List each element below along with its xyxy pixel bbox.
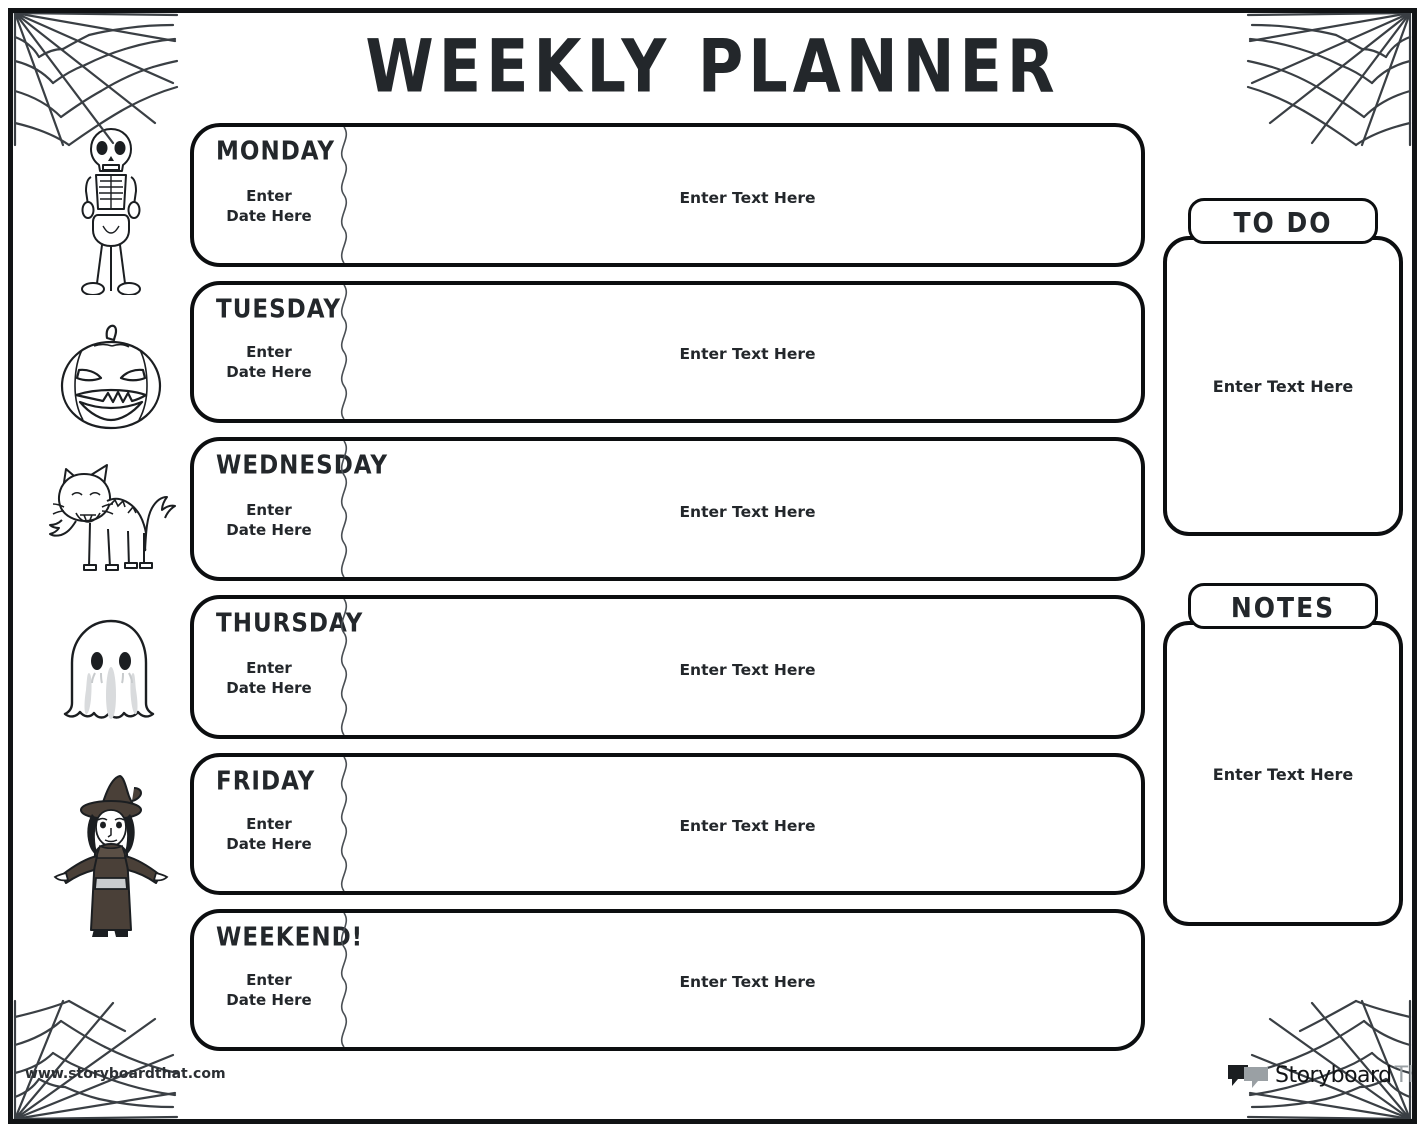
todo-panel-tab: TO DO: [1188, 198, 1378, 244]
notes-panel-tab: NOTES: [1188, 583, 1378, 629]
speech-bubbles-icon: [1226, 1063, 1270, 1089]
spiderweb-top-left-icon: [13, 13, 180, 150]
spiderweb-top-right-icon: [1245, 13, 1412, 150]
todo-panel-title: TO DO: [1233, 206, 1333, 239]
wavy-divider: [332, 285, 356, 419]
day-date-input[interactable]: Enter Date Here: [194, 659, 344, 698]
day-left-column: THURSDAY Enter Date Here: [194, 599, 362, 735]
notes-text-input[interactable]: Enter Text Here: [1167, 765, 1399, 784]
day-text-input[interactable]: Enter Text Here: [354, 973, 1141, 991]
logo-word-that: That: [1394, 1063, 1412, 1088]
day-left-column: MONDAY Enter Date Here: [194, 127, 344, 263]
notes-panel: NOTES Enter Text Here: [1163, 583, 1403, 928]
day-left-column: WEEKEND! Enter Date Here: [194, 913, 362, 1047]
site-watermark: www.storyboardthat.com: [25, 1066, 226, 1082]
pumpkin-icon: [31, 320, 191, 432]
day-name-label: FRIDAY: [216, 767, 316, 797]
day-date-input[interactable]: Enter Date Here: [194, 501, 344, 540]
day-row[interactable]: THURSDAY Enter Date Here Enter Text Here: [190, 595, 1145, 739]
spiderweb-bottom-right-icon: [1245, 997, 1412, 1119]
day-date-input[interactable]: Enter Date Here: [194, 971, 344, 1010]
day-date-input[interactable]: Enter Date Here: [194, 343, 344, 382]
storyboardthat-logo: Storyboard That: [1226, 1059, 1412, 1093]
day-row[interactable]: WEEKEND! Enter Date Here Enter Text Here: [190, 909, 1145, 1051]
wavy-divider: [332, 913, 356, 1047]
day-name-label: WEDNESDAY: [216, 451, 389, 481]
todo-panel-body[interactable]: Enter Text Here: [1163, 236, 1403, 536]
wavy-divider: [332, 127, 356, 263]
day-left-column: FRIDAY Enter Date Here: [194, 757, 344, 891]
day-row[interactable]: TUESDAY Enter Date Here Enter Text Here: [190, 281, 1145, 423]
todo-text-input[interactable]: Enter Text Here: [1167, 377, 1399, 396]
day-left-column: TUESDAY Enter Date Here: [194, 285, 344, 419]
day-text-input[interactable]: Enter Text Here: [354, 817, 1141, 835]
spiderweb-bottom-left-icon: [13, 997, 180, 1119]
wavy-divider: [332, 757, 356, 891]
page-canvas: WEEKLY PLANNER MONDAY Enter Date Here En…: [13, 13, 1412, 1119]
day-name-label: TUESDAY: [216, 295, 341, 325]
day-date-input[interactable]: Enter Date Here: [194, 815, 344, 854]
day-rows-list: MONDAY Enter Date Here Enter Text Here TU…: [190, 123, 1145, 1065]
day-row[interactable]: WEDNESDAY Enter Date Here Enter Text Here: [190, 437, 1145, 581]
halloween-icon-rail: [31, 113, 191, 1003]
day-text-input[interactable]: Enter Text Here: [354, 661, 1141, 679]
black-cat-icon: [31, 451, 191, 573]
ghost-icon: [31, 615, 191, 733]
page-title: WEEKLY PLANNER: [365, 22, 1060, 110]
day-text-input[interactable]: Enter Text Here: [354, 503, 1141, 521]
day-row[interactable]: MONDAY Enter Date Here Enter Text Here: [190, 123, 1145, 267]
todo-panel: TO DO Enter Text Here: [1163, 198, 1403, 538]
wavy-divider: [332, 599, 356, 735]
day-left-column: WEDNESDAY Enter Date Here: [194, 441, 387, 577]
day-text-input[interactable]: Enter Text Here: [354, 345, 1141, 363]
day-row[interactable]: FRIDAY Enter Date Here Enter Text Here: [190, 753, 1145, 895]
notes-panel-title: NOTES: [1230, 591, 1336, 624]
notes-panel-body[interactable]: Enter Text Here: [1163, 621, 1403, 926]
day-name-label: MONDAY: [216, 137, 336, 167]
witch-icon: [31, 768, 191, 944]
logo-word-storyboard: Storyboard: [1275, 1063, 1392, 1088]
day-date-input[interactable]: Enter Date Here: [194, 187, 344, 226]
weekly-planner-page: WEEKLY PLANNER MONDAY Enter Date Here En…: [0, 0, 1425, 1132]
day-text-input[interactable]: Enter Text Here: [354, 189, 1141, 207]
wavy-divider: [332, 441, 356, 577]
